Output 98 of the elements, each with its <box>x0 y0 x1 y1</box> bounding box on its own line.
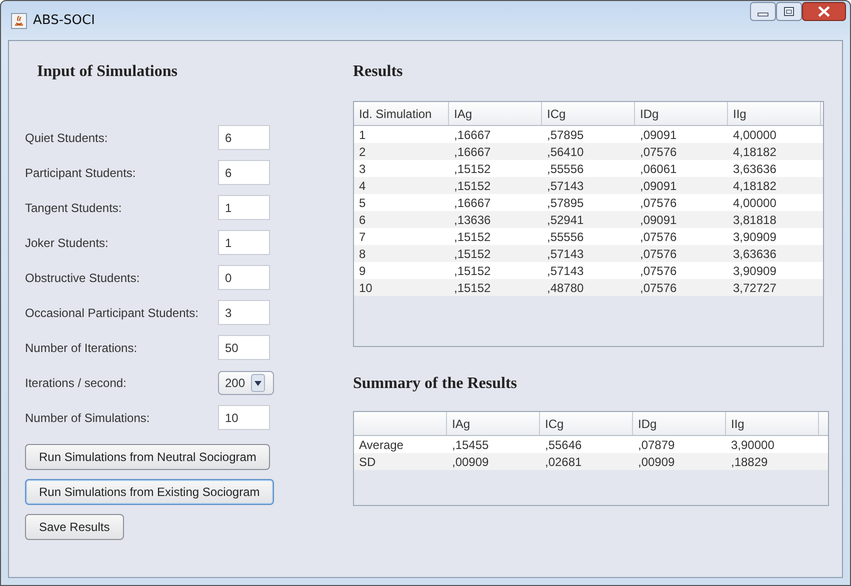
table-cell-text: 10 <box>358 280 374 294</box>
table-cell-text: ,16667 <box>453 196 492 210</box>
input-field[interactable]: 6 <box>218 125 270 150</box>
column-header[interactable]: ICg <box>542 102 635 125</box>
table-cell-text: ,56410 <box>546 144 585 158</box>
table-cell-text: ,55556 <box>546 162 585 176</box>
table-cell-text: 6 <box>358 212 367 226</box>
column-header[interactable]: IAg <box>447 412 540 435</box>
table-cell-text: ,07576 <box>639 246 678 260</box>
table-cell-text: ,55646 <box>544 438 583 452</box>
dropdown[interactable]: 200 <box>218 370 274 394</box>
table-cell-text: ,16667 <box>453 144 492 158</box>
table-cell-text: ,00909 <box>637 454 676 468</box>
table-cell-text: ,15152 <box>453 264 492 278</box>
table-cell-text: 3,63636 <box>732 162 778 176</box>
table-cell-text: 4,00000 <box>732 196 778 210</box>
table-cell-text: 1 <box>358 128 367 142</box>
table-cell-text: ,15152 <box>453 178 492 192</box>
input-field[interactable]: 6 <box>218 160 270 185</box>
column-header[interactable]: IAg <box>449 102 542 125</box>
action-button[interactable]: Save Results <box>25 514 124 540</box>
table-cell-text: ,18829 <box>730 454 769 468</box>
table-cell-text: 4,18182 <box>732 144 778 158</box>
table-cell-text: ,57143 <box>546 264 585 278</box>
table-cell-text: ,15152 <box>453 162 492 176</box>
table-cell-text: 4,00000 <box>732 128 778 142</box>
table-cell-text: 3,81818 <box>732 212 778 226</box>
input-field[interactable]: 0 <box>218 265 270 290</box>
column-header[interactable]: IIg <box>726 412 819 435</box>
input-field[interactable]: 1 <box>218 195 270 220</box>
table-cell-text: ,57895 <box>546 128 585 142</box>
table-cell-text: 2 <box>358 144 367 158</box>
column-header[interactable]: IDg <box>635 102 728 125</box>
window-title: ABS-SOCI <box>33 13 95 28</box>
table-cell-text: ,07576 <box>639 280 678 294</box>
table-cell-text: ,09091 <box>639 178 678 192</box>
field-label: Number of Simulations: <box>25 410 151 424</box>
table-cell-text: 3,90909 <box>732 230 778 244</box>
maximize-button[interactable] <box>776 2 802 21</box>
table-cell-text: ,09091 <box>639 128 678 142</box>
table-cell-text: 7 <box>358 230 367 244</box>
section-heading: Results <box>353 63 404 82</box>
table-cell-text: 5 <box>358 196 367 210</box>
close-button[interactable] <box>802 2 846 21</box>
field-label: Participant Students: <box>25 166 137 180</box>
table-cell-text: ,16667 <box>453 128 492 142</box>
table-cell-text: 9 <box>358 264 367 278</box>
column-header[interactable]: Id. Simulation <box>354 102 449 125</box>
table-cell-text: 4,18182 <box>732 178 778 192</box>
table-cell-text: 3,90909 <box>732 264 778 278</box>
table-cell-text: 3,72727 <box>732 280 778 294</box>
section-heading: Summary of the Results <box>353 375 518 394</box>
table-cell-text: ,09091 <box>639 212 678 226</box>
table-cell-text: ,15455 <box>451 438 490 452</box>
table-cell-text: ,57143 <box>546 178 585 192</box>
table-cell-text: ,07576 <box>639 196 678 210</box>
table-cell-text: ,07879 <box>637 438 676 452</box>
table-cell-text: ,15152 <box>453 246 492 260</box>
table-cell-text: 3,90000 <box>730 438 776 452</box>
input-field[interactable]: 50 <box>218 335 270 360</box>
table-cell-text: ,02681 <box>544 454 583 468</box>
action-button[interactable]: Run Simulations from Existing Sociogram <box>25 479 274 505</box>
table-cell-text: ,57143 <box>546 246 585 260</box>
field-label: Number of Iterations: <box>25 340 138 354</box>
field-label: Occasional Participant Students: <box>25 306 200 320</box>
table-cell-text: ,48780 <box>546 280 585 294</box>
column-header[interactable]: IDg <box>633 412 726 435</box>
input-field[interactable]: 10 <box>218 405 270 430</box>
table-cell-text: ,07576 <box>639 230 678 244</box>
field-label: Tangent Students: <box>25 200 123 214</box>
field-label: Iterations / second: <box>25 376 128 390</box>
section-heading: Input of Simulations <box>36 63 178 82</box>
field-label: Joker Students: <box>25 236 110 250</box>
input-field[interactable]: 3 <box>218 300 270 325</box>
input-field[interactable]: 1 <box>218 230 270 255</box>
field-label: Quiet Students: <box>25 130 109 144</box>
table-cell-text: ,00909 <box>451 454 490 468</box>
table-cell-text: ,07576 <box>639 264 678 278</box>
app-icon <box>11 12 27 28</box>
table-cell-text: 3 <box>358 162 367 176</box>
table-cell-text: ,52941 <box>546 212 585 226</box>
action-button[interactable]: Run Simulations from Neutral Sociogram <box>25 444 270 470</box>
minimize-button[interactable] <box>750 2 776 21</box>
table-cell-text: ,13636 <box>453 212 492 226</box>
table-cell-text: ,15152 <box>453 280 492 294</box>
table-cell-text: 8 <box>358 246 367 260</box>
table-cell-text: ,15152 <box>453 230 492 244</box>
table-cell-text: Average <box>358 438 404 452</box>
table-cell-text: ,06061 <box>639 162 678 176</box>
table-cell-text: ,55556 <box>546 230 585 244</box>
table-cell-text: 4 <box>358 178 367 192</box>
table-cell-text: ,57895 <box>546 196 585 210</box>
table-cell-text: SD <box>358 454 377 468</box>
column-header[interactable]: ICg <box>540 412 633 435</box>
table-cell-text: 3,63636 <box>732 246 778 260</box>
field-label: Obstructive Students: <box>25 270 141 284</box>
table-cell-text: ,07576 <box>639 144 678 158</box>
column-header[interactable]: IIg <box>728 102 821 125</box>
